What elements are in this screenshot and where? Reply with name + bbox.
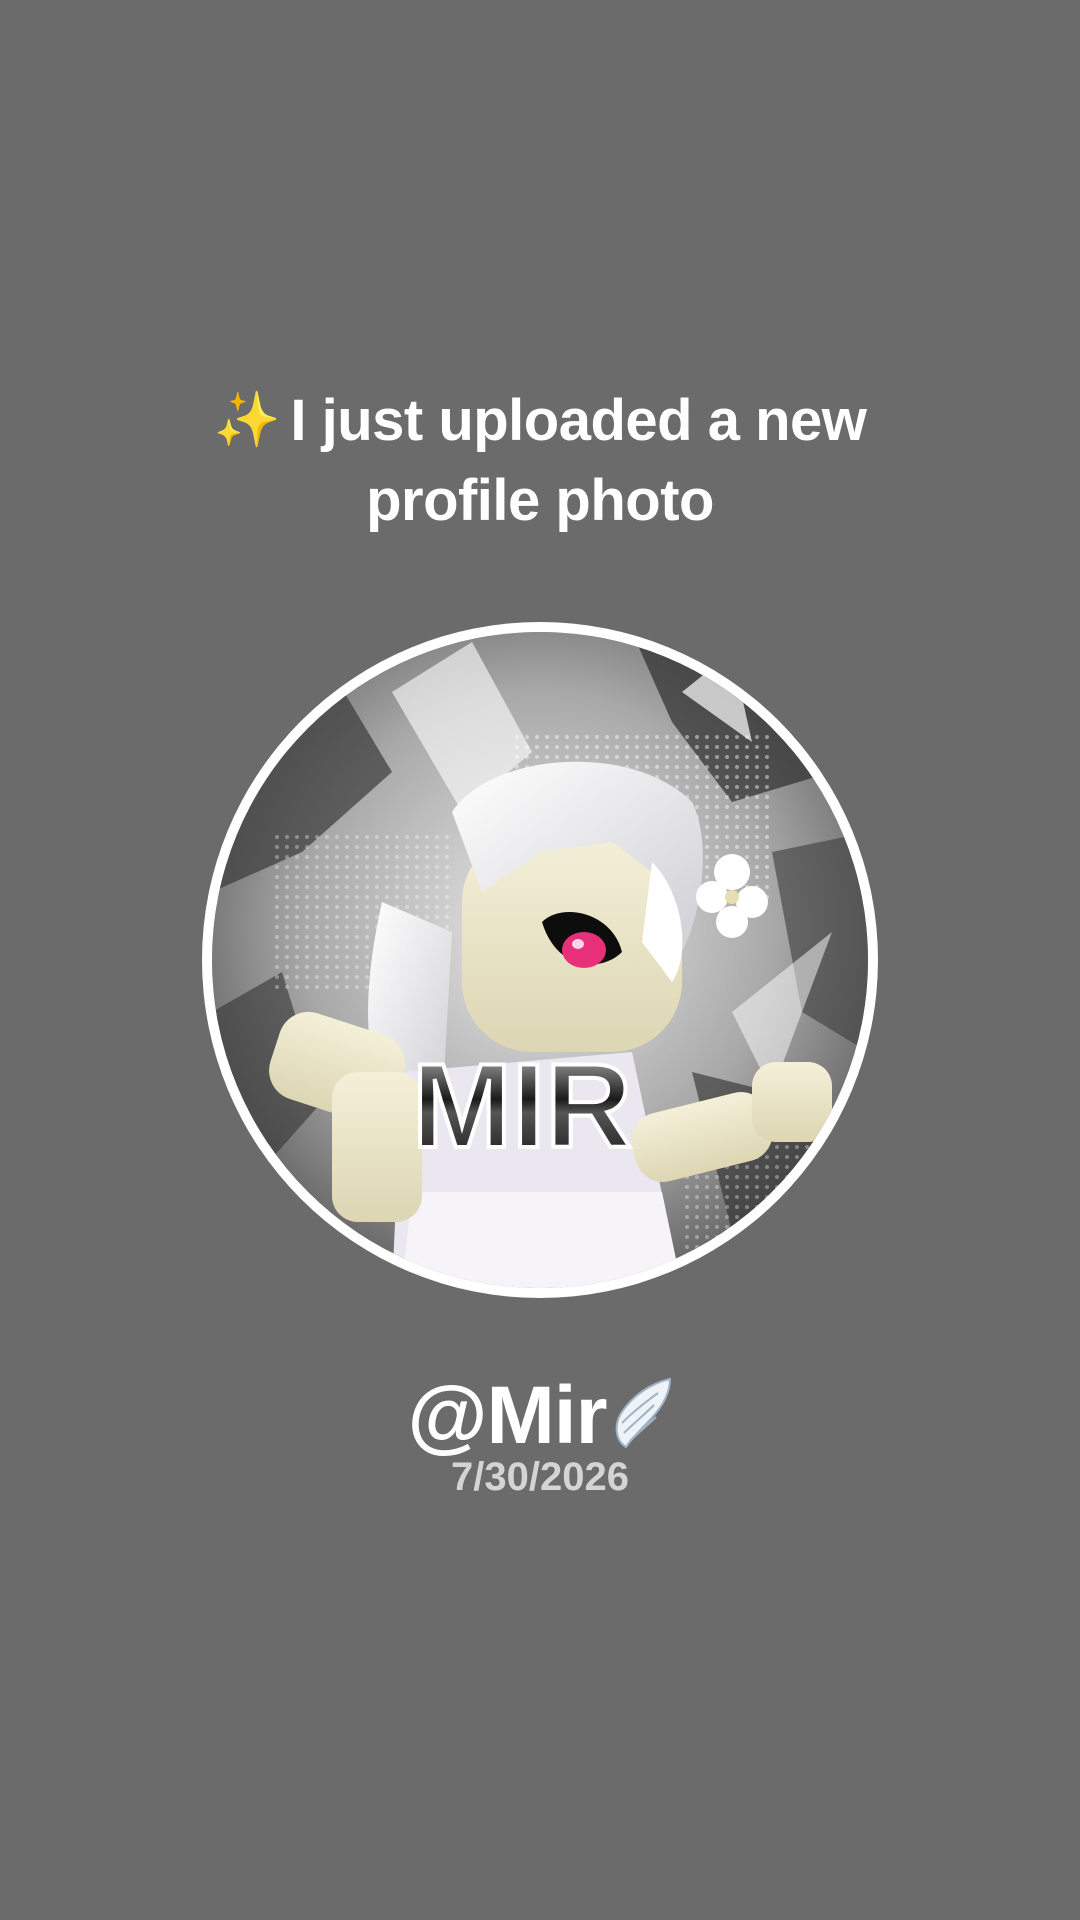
profile-photo-image: MIR (212, 632, 868, 1288)
headline: ✨ I just uploaded a new profile photo (140, 380, 940, 541)
sparkles-icon: ✨ (213, 390, 281, 450)
headline-line-1: ✨ I just uploaded a new (140, 380, 940, 461)
headline-text-2: profile photo (366, 468, 714, 533)
post-date: 7/30/2026 (451, 1455, 629, 1499)
username[interactable]: @Mir (240, 1368, 840, 1464)
avatar-text: MIR (412, 1039, 632, 1173)
angel-wing-icon (616, 1377, 672, 1449)
username-text: @Mir (407, 1370, 608, 1461)
profile-photo[interactable]: MIR (212, 632, 868, 1288)
screen: ✨ I just uploaded a new profile photo MI… (0, 0, 1080, 1920)
profile-photo-frame[interactable]: MIR (202, 622, 878, 1298)
headline-text-1: I just uploaded a new (290, 388, 867, 453)
